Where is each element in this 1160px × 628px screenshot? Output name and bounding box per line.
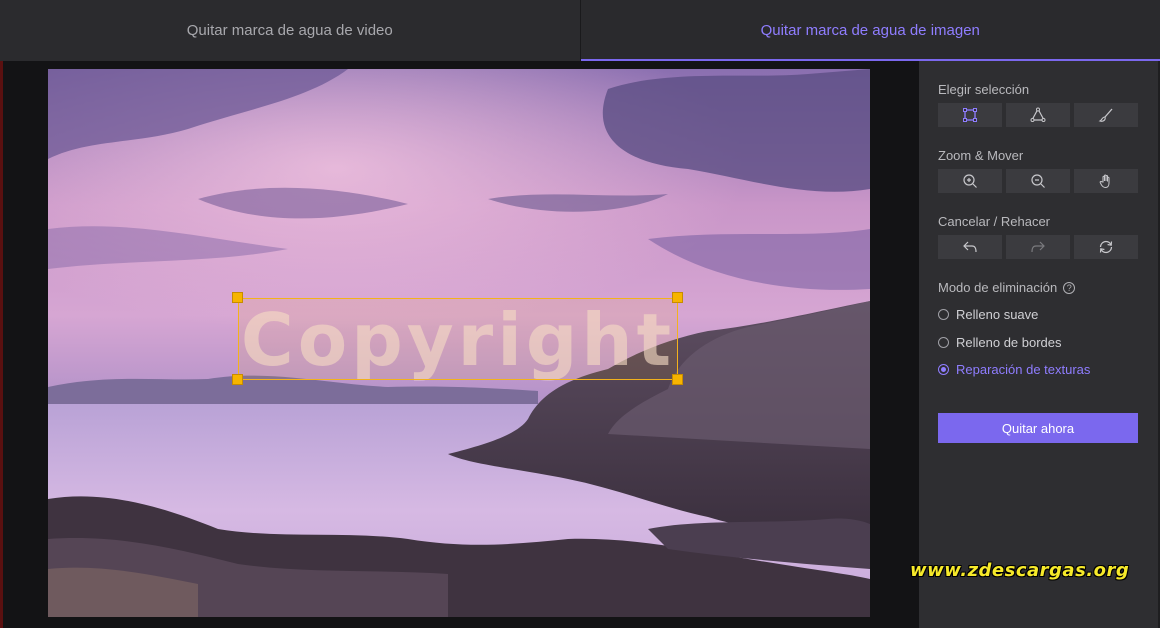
site-watermark: www.zdescargas.org xyxy=(910,560,1130,581)
undo-button[interactable] xyxy=(938,235,1002,259)
tab-image-watermark[interactable]: Quitar marca de agua de imagen xyxy=(580,0,1160,61)
mode-label-text: Modo de eliminación xyxy=(938,280,1058,295)
zoom-group-label: Zoom & Mover xyxy=(938,148,1024,163)
brush-icon xyxy=(1098,108,1113,122)
zoom-in-icon xyxy=(963,174,977,188)
selection-handle-top-left[interactable] xyxy=(232,292,243,303)
hand-icon xyxy=(1099,174,1110,189)
rectangle-select-icon xyxy=(963,108,977,122)
undo-tools xyxy=(938,235,1138,259)
mode-option-label: Reparación de texturas xyxy=(956,362,1091,377)
zoom-tools xyxy=(938,169,1138,193)
reset-button[interactable] xyxy=(1074,235,1138,259)
mode-option-label: Relleno de bordes xyxy=(956,335,1062,350)
zoom-out-icon xyxy=(1031,174,1045,188)
help-icon[interactable]: ? xyxy=(1063,282,1076,294)
mode-option-texture-repair[interactable]: Reparación de texturas xyxy=(938,362,1090,377)
mode-option-edge-fill[interactable]: Relleno de bordes xyxy=(938,335,1062,350)
tools-panel: Elegir selección Zoom & Mover Cancelar /… xyxy=(919,61,1158,628)
reset-icon xyxy=(1099,240,1113,254)
selection-group-label: Elegir selección xyxy=(938,82,1030,97)
undo-icon xyxy=(963,241,977,253)
mode-group-label: Modo de eliminación? xyxy=(938,280,1076,295)
selection-box[interactable] xyxy=(238,298,678,380)
mode-option-soft-fill[interactable]: Relleno suave xyxy=(938,307,1038,322)
tab-bar: Quitar marca de agua de video Quitar mar… xyxy=(0,0,1160,61)
polygon-select-button[interactable] xyxy=(1006,103,1070,127)
redo-icon xyxy=(1031,241,1045,253)
undo-group-label: Cancelar / Rehacer xyxy=(938,214,1050,229)
brush-select-button[interactable] xyxy=(1074,103,1138,127)
selection-handle-bottom-right[interactable] xyxy=(672,374,683,385)
radio-icon xyxy=(938,309,949,320)
selection-tools xyxy=(938,103,1138,127)
selection-handle-bottom-left[interactable] xyxy=(232,374,243,385)
rectangle-select-button[interactable] xyxy=(938,103,1002,127)
zoom-out-button[interactable] xyxy=(1006,169,1070,193)
zoom-in-button[interactable] xyxy=(938,169,1002,193)
redo-button[interactable] xyxy=(1006,235,1070,259)
hand-move-button[interactable] xyxy=(1074,169,1138,193)
tab-video-watermark[interactable]: Quitar marca de agua de video xyxy=(0,0,581,61)
radio-icon xyxy=(938,337,949,348)
polygon-select-icon xyxy=(1030,107,1046,122)
mode-option-label: Relleno suave xyxy=(956,307,1039,322)
radio-selected-icon xyxy=(938,364,949,375)
window-edge xyxy=(0,61,3,628)
remove-now-button[interactable]: Quitar ahora xyxy=(938,413,1138,443)
selection-handle-top-right[interactable] xyxy=(672,292,683,303)
